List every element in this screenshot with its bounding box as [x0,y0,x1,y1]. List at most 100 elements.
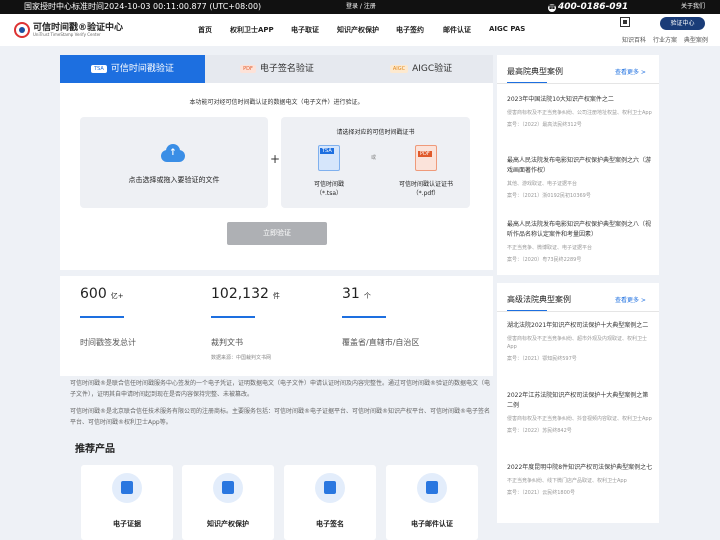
nav-item-email[interactable]: 邮件认证 [443,25,471,35]
e-sign-icon [315,473,345,503]
case-item[interactable]: 2022年度昆明中院8件知识产权司法保护典型案例之七 不正当竞争纠纷、线下微门店… [507,463,653,497]
verify-tabs: TSA 可信时间戳验证 PDF 电子签名验证 AIGC AIGC验证 [60,55,493,83]
divider [497,311,659,312]
service-description: 可信时间戳®是联合信任时间戳服务中心签发的一个电子凭证，证明数据电文（电子文件）… [70,378,490,434]
product-card-evidence[interactable]: 电子证据 [81,465,173,540]
stat-underline [211,316,255,318]
option-tsa-ext: （*.tsa） [315,190,343,197]
cloud-upload-icon: ↑ [161,144,185,162]
header-sublinks: 知识百科 行业方案 典型案例 [622,35,713,44]
stat-value: 102,132 件 [211,286,280,302]
site-logo[interactable]: 可信时间戳®验证中心 UniTrust TimeStamp Verify Cen… [14,20,124,42]
link-knowledge[interactable]: 知识百科 [622,37,646,44]
option-tsa[interactable]: 可信时间戳 （*.tsa） [299,180,359,198]
phone-icon: ☎ [548,4,556,12]
ip-protection-icon [213,473,243,503]
stats-panel: 600 亿+ 时间戳签发总计 102,132 件 裁判文书 数据来源：中国裁判文书网… [60,276,493,376]
pdf-file-icon[interactable]: PDF [415,145,437,171]
top-bar: 国家授时中心标准时间2024-10-03 00:11:00.877 (UTC+0… [0,0,720,14]
card-title: 高级法院典型案例 [507,295,571,304]
email-icon [417,473,447,503]
case-number: 案号：（2021）鄂知民终597号 [507,356,577,362]
case-item[interactable]: 最高人民法院发布电影知识产权保护典型案例之八（视听作品名称认定案件和考量因素） … [507,220,653,264]
evidence-icon [112,473,142,503]
tab-tsa-verify[interactable]: TSA 可信时间戳验证 [60,55,205,83]
stat-value: 600 亿+ [80,286,124,302]
case-title: 最高人民法院发布电影知识产权保护典型案例之六（游戏画面著作权） [507,157,652,174]
stat-label: 裁判文书 [211,338,243,347]
tab-aigc-verify[interactable]: AIGC AIGC验证 [349,55,493,83]
standard-time: 国家授时中心标准时间2024-10-03 00:11:00.877 (UTC+0… [24,2,262,11]
product-card-email[interactable]: 电子邮件认证 [386,465,478,540]
case-item[interactable]: 2023年中国法院10大知识产权案件之二 侵害商标权及不正当竞争纠纷、公司注册地… [507,95,653,129]
case-title: 湖北法院2021年知识产权司法保护十大典型案例之二 [507,322,649,329]
hotline-number: 400-0186-091 [558,2,629,12]
plus-sign: + [269,152,281,166]
case-number: 案号：（2020）粤73民终2289号 [507,257,582,263]
logo-icon [14,22,30,38]
case-item[interactable]: 2022年江苏法院知识产权司法保护十大典型案例之第二例 侵害商标权及不正当竞争纠… [507,391,653,435]
or-text: 或 [371,155,377,161]
card-header: 高级法院典型案例 查看更多 > [497,283,659,312]
view-more-link[interactable]: 查看更多 > [615,295,646,304]
option-tsa-name: 可信时间戳 [313,181,344,188]
nav-item-rights-app[interactable]: 权利卫士APP [230,25,274,35]
file-upload-area[interactable]: ↑ 点击选择或拖入要验证的文件 [80,117,268,208]
stat-source: 数据来源：中国裁判文书网 [211,355,272,361]
stat-label: 时间戳签发总计 [80,338,136,347]
stat-label: 覆盖省/直辖市/自治区 [342,338,420,347]
pdf-file-badge: PDF [418,151,432,157]
about-us-link[interactable]: 关于我们 [681,0,705,14]
certificate-select-title: 请选择对应的可信时间戳证书 [336,129,415,136]
high-court-cases: 高级法院典型案例 查看更多 > 湖北法院2021年知识产权司法保护十大典型案例之… [497,283,659,523]
case-item[interactable]: 湖北法院2021年知识产权司法保护十大典型案例之二 侵害商标权及不正当竞争纠纷、… [507,321,653,363]
aigc-badge: AIGC [389,64,409,73]
pdf-badge: PDF [240,64,256,73]
tsa-badge: TSA [91,64,107,73]
nav-item-ip-protection[interactable]: 知识产权保护 [337,25,379,35]
stat-underline [80,316,124,318]
case-number: 案号：（2022）最高法民终312号 [507,122,582,128]
tsa-file-icon[interactable]: TSA [318,145,340,171]
product-name: 电子邮件认证 [411,520,453,528]
link-industry[interactable]: 行业方案 [653,37,677,44]
brand-subtitle: UniTrust TimeStamp Verify Center [33,32,101,37]
stat-underline [342,316,386,318]
qr-code-icon[interactable] [620,17,630,27]
verify-panel: TSA 可信时间戳验证 PDF 电子签名验证 AIGC AIGC验证 本功能可对经可信… [60,55,493,270]
case-desc: 其他、游戏取证、电子证据平台 [507,181,578,187]
nav-item-home[interactable]: 首页 [198,25,212,35]
product-card-ip[interactable]: 知识产权保护 [182,465,274,540]
nav-item-aigc[interactable]: AIGC PAS [489,25,525,33]
nav-item-e-sign[interactable]: 电子签约 [396,25,424,35]
product-card-esign[interactable]: 电子签名 [284,465,376,540]
case-title: 最高人民法院发布电影知识产权保护典型案例之八（视听作品名称认定案件和考量因素） [507,221,652,238]
verify-now-button[interactable]: 立即验证 [227,222,327,245]
case-number: 案号：（2021）浙0192民初10369号 [507,193,591,199]
case-desc: 侵害商标权及不正当竞争纠纷、超市外观及内观取证、权利卫士App [507,336,648,350]
nav-item-evidence[interactable]: 电子取证 [291,25,319,35]
case-number: 案号：（2021）云民终1800号 [507,490,575,496]
certificate-select-area: 请选择对应的可信时间戳证书 TSA 或 PDF 可信时间戳 （*.tsa） 可信时… [281,117,470,208]
divider [497,83,659,84]
login-register-link[interactable]: 登录 / 注册 [346,0,376,14]
description-paragraph: 可信时间戳®是北京联合信任技术服务有限公司的注册商标。主要服务包括：可信时间戳®… [70,408,491,426]
link-cases[interactable]: 典型案例 [684,37,708,44]
main-navbar: 可信时间戳®验证中心 UniTrust TimeStamp Verify Cen… [0,14,720,46]
card-header: 最高院典型案例 查看更多 > [497,55,659,84]
case-desc: 不正当竞争纠纷、线下微门店产品取证、权利卫士App [507,478,627,484]
product-name: 知识产权保护 [207,520,249,528]
stat-value: 31 个 [342,286,371,302]
view-more-link[interactable]: 查看更多 > [615,67,646,76]
verify-intro: 本功能可对经可信时间戳认证的数据电文（电子文件）进行验证。 [189,99,364,106]
case-item[interactable]: 最高人民法院发布电影知识产权保护典型案例之六（游戏画面著作权） 其他、游戏取证、… [507,156,653,200]
tab-esign-verify[interactable]: PDF 电子签名验证 [205,55,349,83]
case-title: 2022年江苏法院知识产权司法保护十大典型案例之第二例 [507,392,649,409]
option-pdf-ext: （*.pdf） [412,190,440,197]
verify-center-button[interactable]: 验证中心 [660,17,705,30]
case-desc: 不正当竞争、微博取证、电子证据平台 [507,245,593,251]
description-paragraph: 可信时间戳®是联合信任时间戳服务中心签发的一个电子凭证，证明数据电文（电子文件）… [70,380,491,398]
option-pdf[interactable]: 可信时间戳认证证书 （*.pdf） [386,180,466,198]
case-title: 2022年度昆明中院8件知识产权司法保护典型案例之七 [507,464,653,471]
case-title: 2023年中国法院10大知识产权案件之二 [507,96,614,103]
